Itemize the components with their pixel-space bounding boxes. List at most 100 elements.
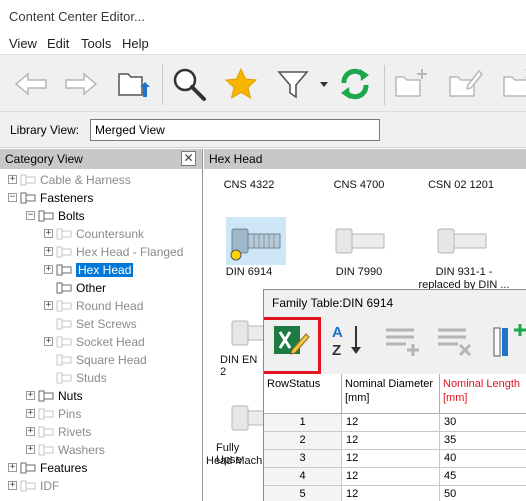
table-cell[interactable]: 12 (342, 414, 440, 432)
family-item-cns-4700[interactable]: CNS 4700 (314, 179, 404, 191)
tree-item[interactable]: Set Screws (0, 315, 200, 333)
tree-item[interactable]: + Nuts (0, 387, 200, 405)
column-header[interactable]: Nominal Diameter [mm] (342, 374, 440, 414)
delete-family-button[interactable] (500, 65, 526, 103)
menu-edit[interactable]: Edit (47, 36, 69, 51)
filter-button[interactable] (274, 65, 312, 103)
row-status-cell[interactable]: 3 (264, 450, 342, 468)
tree-item[interactable]: + IDF (0, 477, 200, 495)
tree-item-label: Pins (58, 407, 82, 421)
tree-item-label: Rivets (58, 425, 92, 439)
expand-icon[interactable]: + (8, 463, 17, 472)
expand-icon[interactable]: + (8, 175, 17, 184)
back-button[interactable] (12, 65, 50, 103)
menu-tools[interactable]: Tools (81, 36, 111, 51)
bolt-thumbnail-fully-upset[interactable] (226, 394, 267, 442)
bolt-thumbnail-selected[interactable] (226, 217, 286, 265)
delete-row-button[interactable] (434, 320, 474, 360)
tree-item[interactable]: + Hex Head - Flanged (0, 243, 200, 261)
table-cell[interactable]: 12 (342, 450, 440, 468)
refresh-button[interactable] (336, 65, 374, 103)
favorites-button[interactable] (222, 65, 260, 103)
tree-item[interactable]: Studs (0, 369, 200, 387)
table-cell[interactable]: 40 (440, 450, 526, 468)
expand-icon[interactable]: + (26, 409, 35, 418)
column-header[interactable]: Nominal Length [mm] (440, 374, 526, 414)
add-column-button[interactable] (490, 320, 526, 360)
table-cell[interactable]: 45 (440, 468, 526, 486)
expand-icon[interactable]: + (26, 445, 35, 454)
window-title: Content Center Editor... (9, 9, 145, 24)
table-cell[interactable]: 50 (440, 486, 526, 501)
expand-icon[interactable]: + (44, 337, 53, 346)
table-cell[interactable]: 12 (342, 468, 440, 486)
bolt-icon (437, 228, 487, 254)
bolt-thumbnail-din-7990[interactable] (330, 217, 390, 265)
close-icon[interactable]: ✕ (181, 151, 196, 166)
funnel-icon (277, 71, 309, 99)
tree-item[interactable]: − Bolts (0, 207, 200, 225)
menu-help[interactable]: Help (122, 36, 149, 51)
library-view-select[interactable]: Merged View (90, 119, 380, 141)
family-item-cns-4322[interactable]: CNS 4322 (204, 179, 294, 191)
table-cell[interactable]: 12 (342, 486, 440, 501)
tree-item-label: Hex Head (76, 263, 134, 277)
row-status-cell[interactable]: 1 (264, 414, 342, 432)
family-item-csn-02-1201[interactable]: CSN 02 1201 (416, 179, 506, 191)
expand-icon[interactable]: + (44, 247, 53, 256)
delete-row-icon (438, 328, 472, 357)
add-row-button[interactable] (382, 320, 422, 360)
row-status-cell[interactable]: 2 (264, 432, 342, 450)
expand-icon[interactable]: + (44, 301, 53, 310)
edit-family-button[interactable] (446, 65, 484, 103)
tree-item[interactable]: Other (0, 279, 200, 297)
expand-icon[interactable]: + (26, 427, 35, 436)
search-button[interactable] (170, 65, 208, 103)
table-cell[interactable]: 35 (440, 432, 526, 450)
fastener-icon (56, 353, 72, 367)
tree-item-label: Set Screws (76, 317, 137, 331)
tree-item-label: Socket Head (76, 335, 145, 349)
row-status-cell[interactable]: 4 (264, 468, 342, 486)
expand-icon[interactable]: + (44, 265, 53, 274)
table-cell[interactable]: 12 (342, 432, 440, 450)
tree-item[interactable]: − Fasteners (0, 189, 200, 207)
collapse-icon[interactable]: − (8, 193, 17, 202)
family-item-din-en[interactable]: DIN EN 2 (220, 354, 265, 378)
expand-icon[interactable]: + (8, 481, 17, 490)
bolt-thumbnail-din-en[interactable] (226, 309, 267, 357)
tree-item[interactable]: + Round Head (0, 297, 200, 315)
fastener-icon (38, 443, 54, 457)
tree-item[interactable]: + Features (0, 459, 200, 477)
tree-item[interactable]: + Rivets (0, 423, 200, 441)
row-status-cell[interactable]: 5 (264, 486, 342, 501)
new-family-button[interactable] (392, 65, 430, 103)
folder-add-icon (395, 69, 427, 97)
table-cell[interactable]: 30 (440, 414, 526, 432)
fastener-icon (56, 263, 72, 277)
tree-item[interactable]: + Washers (0, 441, 200, 459)
family-item-din-6914[interactable]: DIN 6914 (204, 266, 294, 278)
tree-item[interactable]: + Cable & Harness (0, 171, 200, 189)
bolt-thumbnail-din-931-1[interactable] (432, 217, 492, 265)
main-toolbar (0, 54, 526, 112)
tree-item[interactable]: + Pins (0, 405, 200, 423)
fastener-icon (56, 335, 72, 349)
tree-item[interactable]: + Countersunk (0, 225, 200, 243)
tree-item[interactable]: + Hex Head (0, 261, 200, 279)
family-item-fully-upset-l2[interactable]: Head Machi (206, 455, 266, 467)
filter-dropdown-button[interactable] (316, 65, 332, 103)
sort-button[interactable]: AZ (328, 320, 368, 360)
open-folder-button[interactable] (114, 65, 152, 103)
tree-item[interactable]: + Socket Head (0, 333, 200, 351)
collapse-icon[interactable]: − (26, 211, 35, 220)
family-item-din-7990[interactable]: DIN 7990 (314, 266, 404, 278)
svg-text:Z: Z (332, 342, 341, 359)
column-header[interactable]: RowStatus (264, 374, 342, 414)
forward-button[interactable] (62, 65, 100, 103)
expand-icon[interactable]: + (44, 229, 53, 238)
expand-icon[interactable]: + (26, 391, 35, 400)
highlight-box (264, 317, 321, 374)
tree-item[interactable]: Square Head (0, 351, 200, 369)
menu-view[interactable]: View (9, 36, 37, 51)
